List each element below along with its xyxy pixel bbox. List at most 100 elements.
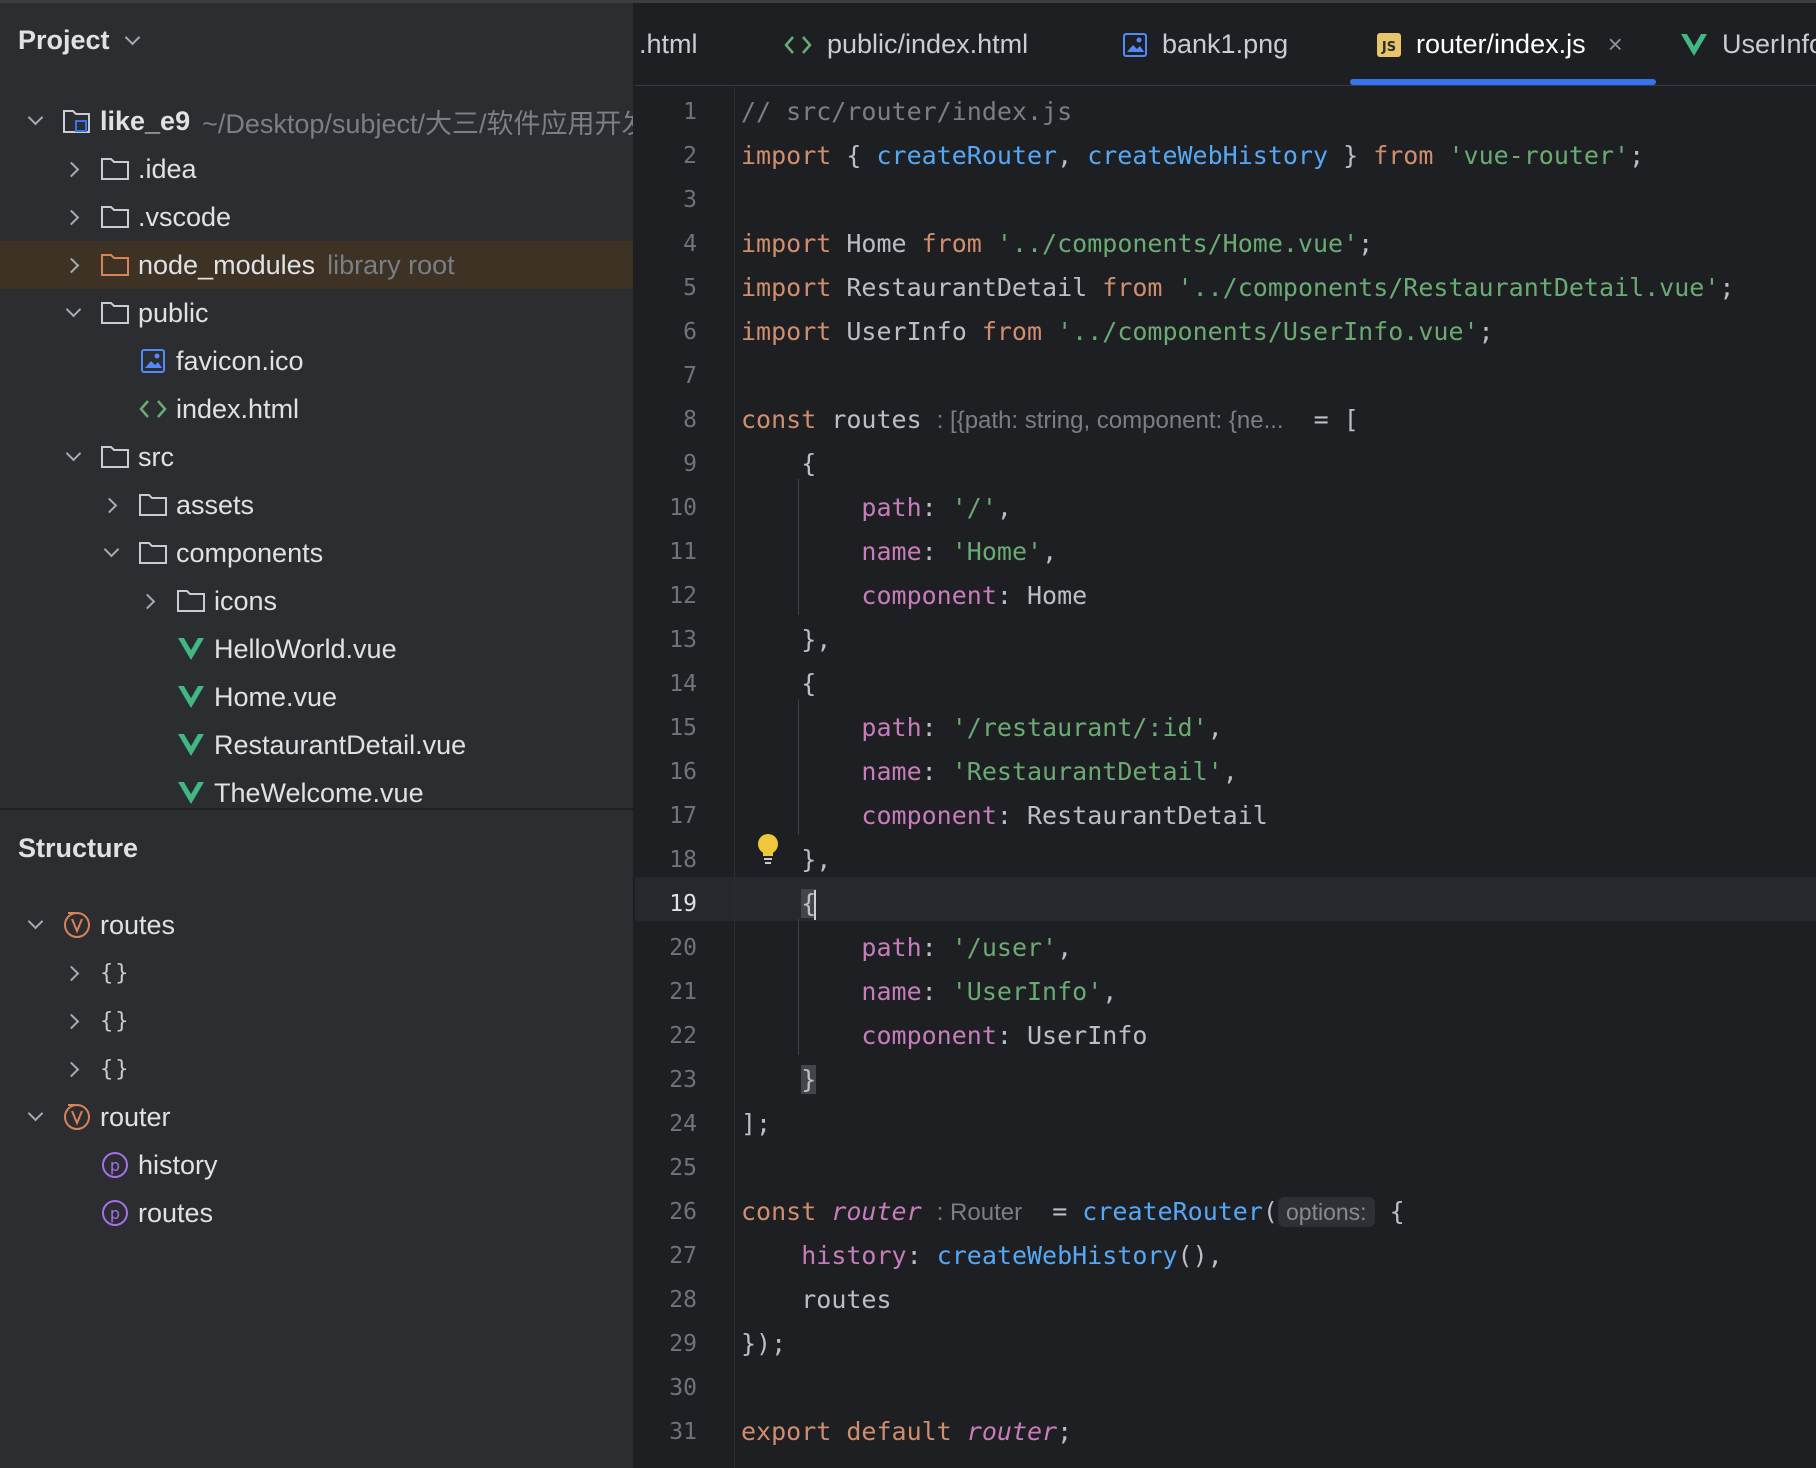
code-line-18[interactable]: },	[741, 838, 831, 882]
chevron-right-icon[interactable]	[62, 253, 86, 277]
line-number[interactable]: 18	[635, 847, 697, 873]
chevron-right-icon[interactable]	[62, 1009, 86, 1033]
tree-item-node-modules[interactable]: node_modules library root	[0, 241, 633, 289]
line-number[interactable]: 2	[635, 143, 697, 169]
line-number[interactable]: 11	[635, 539, 697, 565]
tree-item-like-e9[interactable]: like_e9 ~/Desktop/subject/大三/软件应用开发	[0, 97, 633, 145]
line-number[interactable]: 1	[635, 99, 697, 125]
chevron-down-icon[interactable]	[100, 541, 124, 565]
line-number[interactable]: 6	[635, 319, 697, 345]
line-number[interactable]: 30	[635, 1375, 697, 1401]
code-line-14[interactable]: {	[741, 662, 816, 706]
close-icon[interactable]: ×	[1608, 29, 1623, 60]
line-number-gutter[interactable]: 1 2 3 4 5 6 7 8 9 10 11 12 13 14 15 16 17 18 19 20 21 22 23 24 2…	[635, 90, 735, 1468]
code-line-20[interactable]: path: '/user',	[741, 926, 1072, 970]
code-line-10[interactable]: path: '/',	[741, 486, 1012, 530]
code-line-2[interactable]: import { createRouter, createWebHistory …	[741, 134, 1644, 178]
line-number[interactable]: 19	[635, 891, 697, 917]
tree-item-helloworld-vue[interactable]: HelloWorld.vue	[0, 625, 633, 673]
tab-html[interactable]: .html	[639, 3, 698, 85]
structure-item-object-3[interactable]: {}	[0, 1045, 633, 1093]
code-line-28[interactable]: routes	[741, 1278, 891, 1322]
line-number[interactable]: 20	[635, 935, 697, 961]
line-number[interactable]: 29	[635, 1331, 697, 1357]
code-line-27[interactable]: history: createWebHistory(),	[741, 1234, 1222, 1278]
code-line-24[interactable]: ];	[741, 1102, 771, 1146]
chevron-right-icon[interactable]	[62, 961, 86, 985]
line-number[interactable]: 8	[635, 407, 697, 433]
tree-item-index-html[interactable]: index.html	[0, 385, 633, 433]
project-panel-header[interactable]: Project	[18, 25, 144, 56]
structure-item-history[interactable]: p history	[0, 1141, 633, 1189]
line-number[interactable]: 21	[635, 979, 697, 1005]
line-number[interactable]: 17	[635, 803, 697, 829]
chevron-right-icon[interactable]	[62, 157, 86, 181]
tree-item-favicon[interactable]: favicon.ico	[0, 337, 633, 385]
chevron-right-icon[interactable]	[62, 1057, 86, 1081]
line-number[interactable]: 4	[635, 231, 697, 257]
chevron-down-icon[interactable]	[122, 30, 144, 52]
tab-router-index-js[interactable]: JS router/index.js ×	[1376, 3, 1623, 85]
code-line-11[interactable]: name: 'Home',	[741, 530, 1057, 574]
code-line-4[interactable]: import Home from '../components/Home.vue…	[741, 222, 1373, 266]
structure-item-object-2[interactable]: {}	[0, 997, 633, 1045]
tree-item-home-vue[interactable]: Home.vue	[0, 673, 633, 721]
code-line-26[interactable]: const router : Router = createRouter(opt…	[741, 1190, 1405, 1234]
tree-item-icons[interactable]: icons	[0, 577, 633, 625]
code-line-9[interactable]: {	[741, 442, 816, 486]
line-number[interactable]: 25	[635, 1155, 697, 1181]
tree-item-src[interactable]: src	[0, 433, 633, 481]
chevron-right-icon[interactable]	[62, 205, 86, 229]
line-number[interactable]: 31	[635, 1419, 697, 1445]
tree-item-idea[interactable]: .idea	[0, 145, 633, 193]
line-number[interactable]: 13	[635, 627, 697, 653]
line-number[interactable]: 10	[635, 495, 697, 521]
line-number[interactable]: 12	[635, 583, 697, 609]
code-line-31[interactable]: export default router;	[741, 1410, 1072, 1454]
code-line-1[interactable]: // src/router/index.js	[741, 90, 1072, 134]
code-line-16[interactable]: name: 'RestaurantDetail',	[741, 750, 1237, 794]
code-line-5[interactable]: import RestaurantDetail from '../compone…	[741, 266, 1734, 310]
structure-item-routes[interactable]: routes	[0, 901, 633, 949]
code-line-21[interactable]: name: 'UserInfo',	[741, 970, 1117, 1014]
tree-item-public[interactable]: public	[0, 289, 633, 337]
panel-divider[interactable]	[0, 808, 633, 810]
chevron-right-icon[interactable]	[100, 493, 124, 517]
code-line-12[interactable]: component: Home	[741, 574, 1087, 618]
line-number[interactable]: 16	[635, 759, 697, 785]
code-line-17[interactable]: component: RestaurantDetail	[741, 794, 1267, 838]
line-number[interactable]: 5	[635, 275, 697, 301]
code-line-6[interactable]: import UserInfo from '../components/User…	[741, 310, 1494, 354]
line-number[interactable]: 3	[635, 187, 697, 213]
chevron-down-icon[interactable]	[24, 913, 48, 937]
chevron-down-icon[interactable]	[24, 109, 48, 133]
line-number[interactable]: 27	[635, 1243, 697, 1269]
tab-public-index-html[interactable]: public/index.html	[783, 3, 1028, 85]
tab-bank1-png[interactable]: bank1.png	[1122, 3, 1288, 85]
tree-item-restaurantdetail-vue[interactable]: RestaurantDetail.vue	[0, 721, 633, 769]
structure-item-router[interactable]: router	[0, 1093, 633, 1141]
line-number[interactable]: 26	[635, 1199, 697, 1225]
line-number[interactable]: 23	[635, 1067, 697, 1093]
line-number[interactable]: 28	[635, 1287, 697, 1313]
line-number[interactable]: 15	[635, 715, 697, 741]
chevron-down-icon[interactable]	[24, 1105, 48, 1129]
tree-item-assets[interactable]: assets	[0, 481, 633, 529]
structure-item-object-1[interactable]: {}	[0, 949, 633, 997]
code-line-15[interactable]: path: '/restaurant/:id',	[741, 706, 1222, 750]
tree-item-components[interactable]: components	[0, 529, 633, 577]
code-line-23[interactable]: }	[741, 1058, 817, 1102]
code-line-29[interactable]: });	[741, 1322, 786, 1366]
line-number[interactable]: 7	[635, 363, 697, 389]
line-number[interactable]: 9	[635, 451, 697, 477]
code-line-13[interactable]: },	[741, 618, 831, 662]
line-number[interactable]: 24	[635, 1111, 697, 1137]
code-line-19[interactable]: {	[741, 882, 817, 926]
line-number[interactable]: 22	[635, 1023, 697, 1049]
tab-userinfo[interactable]: UserInfo	[1680, 3, 1816, 85]
code-line-22[interactable]: component: UserInfo	[741, 1014, 1147, 1058]
chevron-down-icon[interactable]	[62, 301, 86, 325]
structure-item-routes-prop[interactable]: p routes	[0, 1189, 633, 1237]
line-number[interactable]: 14	[635, 671, 697, 697]
tree-item-vscode[interactable]: .vscode	[0, 193, 633, 241]
